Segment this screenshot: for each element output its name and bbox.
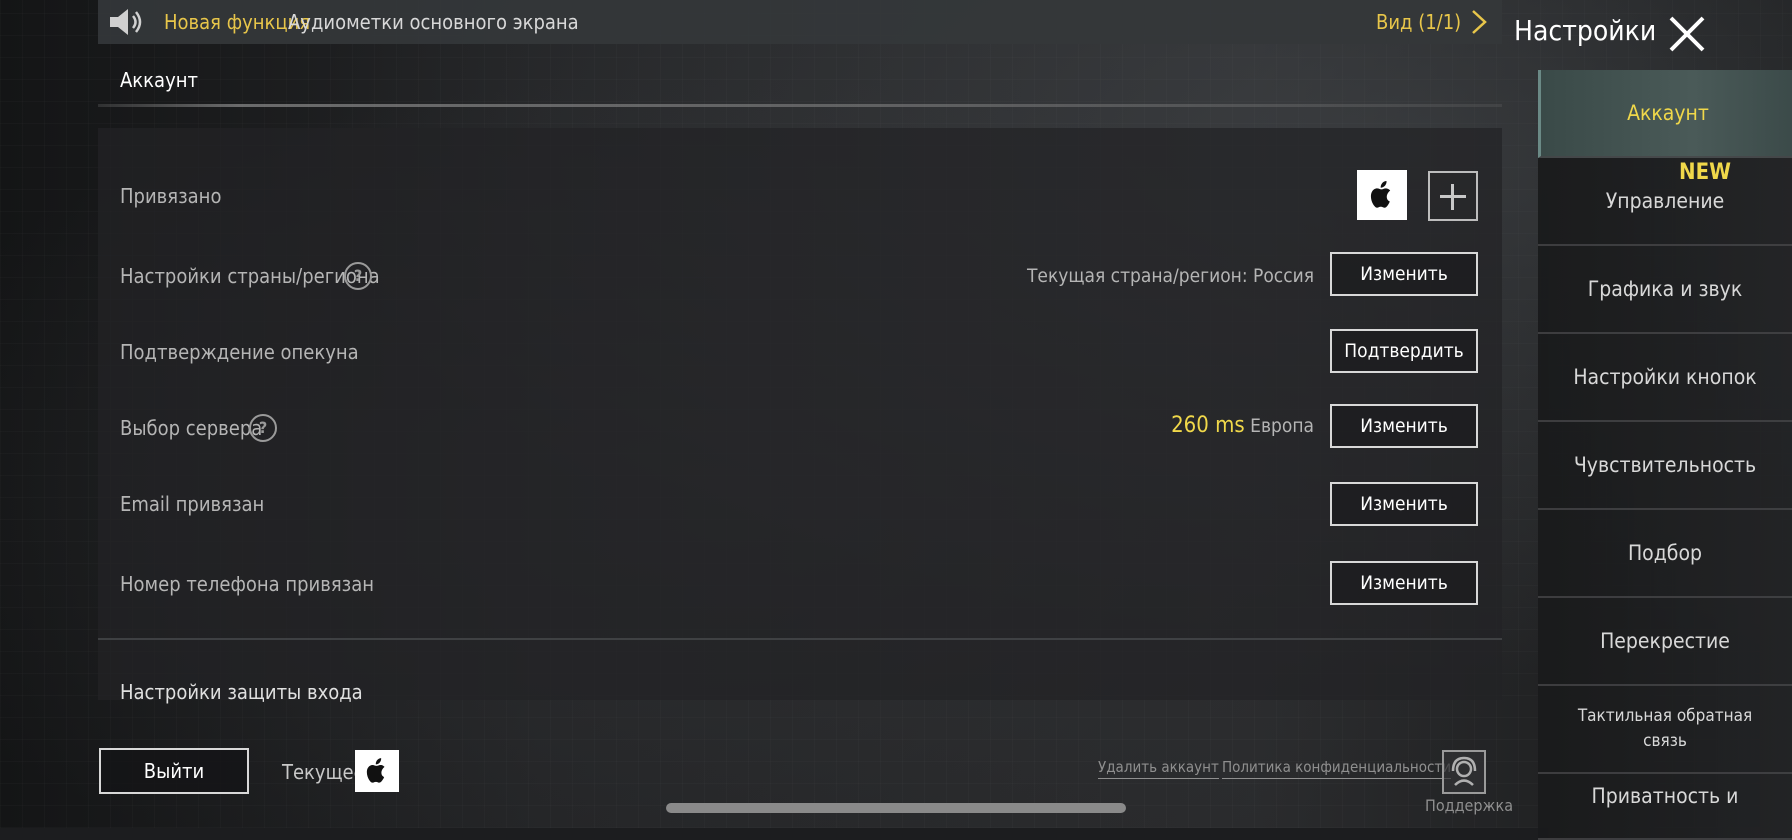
sidebar-item-pickup[interactable]: Подбор	[1538, 510, 1792, 598]
support-label[interactable]: Поддержка	[1425, 796, 1513, 815]
logout-button[interactable]: Выйти	[99, 748, 249, 794]
help-icon[interactable]: ?	[249, 414, 277, 442]
server-region: Европа	[1250, 415, 1314, 437]
sidebar-item-label: Аккаунт	[1627, 101, 1709, 125]
close-icon[interactable]	[1667, 14, 1707, 54]
horizontal-scrollbar[interactable]	[666, 803, 1126, 813]
speaker-icon	[110, 9, 142, 35]
server-ping: 260 ms	[1171, 413, 1245, 438]
sidebar-item-label: Графика и звук	[1587, 277, 1743, 301]
privacy-policy-link[interactable]: Политика конфиденциальности	[1222, 758, 1452, 779]
headset-icon	[1451, 756, 1477, 786]
section-title: Аккаунт	[120, 68, 198, 92]
help-icon[interactable]: ?	[344, 262, 372, 290]
current-account-label: Текущее	[282, 760, 365, 784]
sidebar-item-haptic-feedback[interactable]: Тактильная обратная связь	[1538, 686, 1792, 774]
change-region-button[interactable]: Изменить	[1330, 252, 1478, 296]
current-account-apple	[355, 750, 399, 792]
apple-linked-button[interactable]	[1357, 170, 1407, 220]
current-region-value: Текущая страна/регион: Россия	[1026, 265, 1314, 287]
sidebar-item-label: Управление	[1605, 189, 1725, 213]
server-select-label: Выбор сервера	[120, 416, 263, 440]
sidebar-item-button-settings[interactable]: Настройки кнопок	[1538, 334, 1792, 422]
change-server-button[interactable]: Изменить	[1330, 404, 1478, 448]
sidebar-item-controls[interactable]: Управление	[1538, 158, 1792, 246]
sidebar-item-sensitivity[interactable]: Чувствительность	[1538, 422, 1792, 510]
sidebar-item-account[interactable]: Аккаунт	[1538, 70, 1792, 158]
support-icon[interactable]	[1442, 750, 1486, 794]
panel-divider	[98, 638, 1502, 640]
confirm-guardian-button[interactable]: Подтвердить	[1330, 329, 1478, 373]
email-linked-label: Email привязан	[120, 492, 265, 516]
sidebar-item-graphics-sound[interactable]: Графика и звук	[1538, 246, 1792, 334]
sidebar-item-label: Приватность и	[1591, 784, 1739, 808]
login-protection-heading[interactable]: Настройки защиты входа	[120, 680, 363, 704]
region-settings-label: Настройки страны/региона	[120, 264, 380, 288]
banner-view-link[interactable]: Вид (1/1)	[1376, 10, 1461, 34]
new-badge: NEW	[1679, 160, 1731, 185]
chevron-right-icon[interactable]	[1470, 8, 1488, 36]
server-value: 260 ms Европа	[1171, 413, 1314, 438]
settings-title: Настройки	[1514, 14, 1657, 47]
phone-linked-label: Номер телефона привязан	[120, 572, 375, 596]
sidebar-item-label: Подбор	[1627, 541, 1703, 565]
sidebar-item-label: Перекрестие	[1600, 629, 1730, 653]
new-feature-text: Аудиометки основного экрана	[288, 10, 579, 34]
sidebar-item-privacy[interactable]: Приватность и	[1538, 774, 1792, 840]
sidebar-item-crosshair[interactable]: Перекрестие	[1538, 598, 1792, 686]
settings-sidebar: Аккаунт Управление Графика и звук Настро…	[1538, 70, 1792, 840]
apple-icon	[1370, 181, 1391, 208]
change-phone-button[interactable]: Изменить	[1330, 561, 1478, 605]
sidebar-item-label: Чувствительность	[1573, 453, 1757, 477]
apple-icon	[366, 758, 385, 783]
new-feature-banner[interactable]: Новая функция Аудиометки основного экран…	[98, 0, 1502, 44]
add-link-button[interactable]	[1428, 171, 1478, 221]
delete-account-link[interactable]: Удалить аккаунт	[1098, 758, 1219, 779]
sidebar-item-label: Настройки кнопок	[1573, 365, 1757, 389]
change-email-button[interactable]: Изменить	[1330, 482, 1478, 526]
guardian-confirm-label: Подтверждение опекуна	[120, 340, 359, 364]
linked-label: Привязано	[120, 184, 222, 208]
sidebar-item-label: Тактильная обратная связь	[1577, 706, 1753, 751]
section-divider	[98, 104, 1502, 107]
